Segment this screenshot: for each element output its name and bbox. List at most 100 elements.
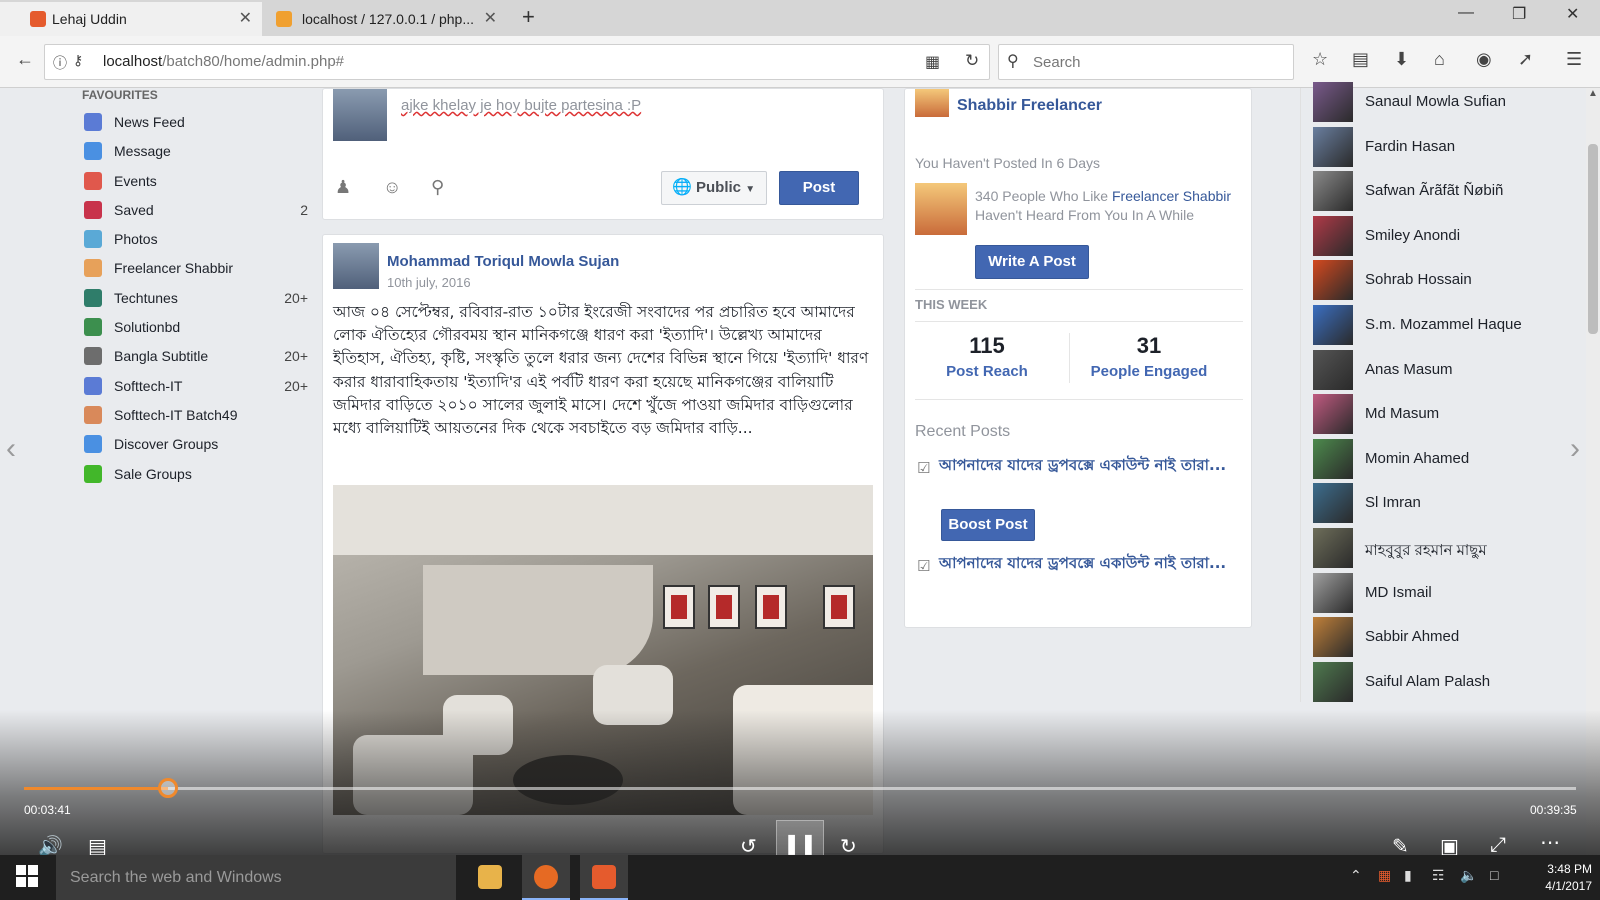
author-avatar[interactable] bbox=[333, 243, 379, 289]
tray-chevron-icon[interactable]: ⌃ bbox=[1350, 867, 1362, 884]
boost-post-button[interactable]: Boost Post bbox=[941, 509, 1035, 541]
info-icon[interactable]: ⓘ bbox=[53, 53, 67, 73]
people-engaged-label[interactable]: People Engaged bbox=[1069, 363, 1229, 380]
chat-contact[interactable]: S.m. Mozammel Haque bbox=[1313, 305, 1573, 345]
windows-start-icon[interactable] bbox=[16, 865, 38, 887]
page-link[interactable]: Freelancer Shabbir bbox=[1112, 188, 1231, 204]
chat-contact[interactable]: Saiful Alam Palash bbox=[1313, 661, 1573, 702]
favourite-item[interactable]: Techtunes 20+ bbox=[80, 284, 310, 313]
close-tab-icon[interactable]: ✕ bbox=[484, 2, 497, 36]
composer-input[interactable]: ajke khelay je hoy bujte partesina :P bbox=[401, 97, 641, 114]
reader-view-icon[interactable]: ▦ bbox=[925, 52, 940, 72]
tray-xampp-icon[interactable]: ▦ bbox=[1378, 867, 1391, 884]
emoji-icon[interactable]: ☺ bbox=[383, 177, 401, 198]
not-posted-notice: You Haven't Posted In 6 Days bbox=[915, 155, 1101, 171]
download-icon[interactable]: ⬇ bbox=[1394, 49, 1409, 70]
reload-icon[interactable]: ↻ bbox=[965, 51, 979, 71]
avatar bbox=[333, 89, 387, 141]
checkbox-icon[interactable]: ☑ bbox=[917, 459, 930, 477]
total-time: 00:39:35 bbox=[1530, 803, 1577, 817]
pocket-icon[interactable]: ◉ bbox=[1476, 49, 1492, 70]
chat-contact[interactable]: Md Masum bbox=[1313, 394, 1573, 435]
new-tab-icon[interactable]: + bbox=[522, 4, 535, 30]
post-author[interactable]: Mohammad Toriqul Mowla Sujan bbox=[387, 253, 619, 270]
favourite-icon bbox=[84, 230, 102, 249]
page-name[interactable]: Shabbir Freelancer bbox=[957, 97, 1102, 115]
menu-icon[interactable]: ☰ bbox=[1566, 49, 1582, 70]
favourite-item[interactable]: Softtech-IT 20+ bbox=[80, 372, 310, 401]
page-avatar[interactable] bbox=[915, 89, 949, 117]
bookmark-star-icon[interactable]: ☆ bbox=[1312, 49, 1328, 70]
exit-fullscreen-icon[interactable]: ⤢ bbox=[1490, 834, 1506, 857]
post-reach-label[interactable]: Post Reach bbox=[907, 363, 1067, 380]
xampp-icon bbox=[30, 11, 46, 27]
favourite-item[interactable]: Photos bbox=[80, 225, 310, 254]
chat-contact[interactable]: Fardin Hasan bbox=[1313, 126, 1573, 167]
contact-name: Sohrab Hossain bbox=[1365, 271, 1472, 289]
battery-icon[interactable]: ▮ bbox=[1404, 867, 1412, 884]
avatar bbox=[1313, 394, 1353, 435]
browser-tab-bar: ← Lehaj Uddin ✕ localhost / 127.0.0.1 / … bbox=[0, 0, 1600, 36]
back-arrow-icon[interactable]: ← bbox=[16, 49, 34, 70]
previous-arrow-icon[interactable]: ‹ bbox=[6, 432, 16, 466]
seek-bar[interactable] bbox=[24, 778, 1576, 798]
firefox-taskbar-button[interactable] bbox=[522, 855, 570, 900]
xampp-taskbar-button[interactable] bbox=[580, 855, 628, 900]
favourite-item[interactable]: Solutionbd bbox=[80, 313, 310, 342]
restore-icon[interactable]: ❐ bbox=[1512, 4, 1526, 24]
scroll-up-icon[interactable]: ▲ bbox=[1588, 88, 1598, 99]
file-explorer-taskbar-button[interactable] bbox=[466, 855, 514, 900]
chat-contact[interactable]: Sl Imran bbox=[1313, 483, 1573, 524]
scrollbar-thumb[interactable] bbox=[1588, 144, 1598, 334]
privacy-selector[interactable]: 🌐 Public ▼ bbox=[661, 171, 767, 205]
next-arrow-icon[interactable]: › bbox=[1570, 432, 1580, 466]
location-pin-icon[interactable]: ⚲ bbox=[431, 177, 444, 198]
contact-name: Sl Imran bbox=[1365, 494, 1421, 512]
chat-contact[interactable]: Smiley Anondi bbox=[1313, 215, 1573, 256]
chat-contact[interactable]: মাহবুবুর রহমান মাছুম bbox=[1313, 528, 1573, 568]
post-button[interactable]: Post bbox=[779, 171, 859, 205]
recent-post-link[interactable]: আপনাদের যাদের ড্রপবক্সে একাউন্ট নাই তারা… bbox=[939, 453, 1239, 477]
favourite-item[interactable]: News Feed bbox=[80, 108, 310, 137]
favourite-item[interactable]: Freelancer Shabbir bbox=[80, 254, 310, 283]
wifi-icon[interactable]: ☶ bbox=[1432, 867, 1445, 884]
chat-contact[interactable]: Sohrab Hossain bbox=[1313, 260, 1573, 301]
tab-phpmyadmin[interactable]: localhost / 127.0.0.1 / php... ✕ bbox=[262, 2, 507, 36]
write-post-button[interactable]: Write A Post bbox=[975, 245, 1089, 279]
taskbar-search-field[interactable]: Search the web and Windows bbox=[56, 855, 456, 900]
post-date[interactable]: 10th july, 2016 bbox=[387, 275, 471, 290]
checkbox-icon[interactable]: ☑ bbox=[917, 557, 930, 575]
favourite-item[interactable]: Softtech-IT Batch49 bbox=[80, 401, 310, 430]
notifications-icon[interactable]: □ bbox=[1490, 867, 1498, 883]
speaker-icon[interactable]: 🔈 bbox=[1460, 867, 1477, 884]
close-window-icon[interactable]: ✕ bbox=[1566, 4, 1579, 24]
search-field[interactable]: ⚲ Search bbox=[998, 44, 1294, 80]
favourite-item[interactable]: Message bbox=[80, 137, 310, 166]
favourite-icon bbox=[84, 318, 102, 337]
favourite-item[interactable]: Saved 2 bbox=[80, 196, 310, 225]
favourite-item[interactable]: Discover Groups bbox=[80, 430, 310, 459]
chat-contact[interactable]: MD Ismail bbox=[1313, 572, 1573, 613]
recent-post-link[interactable]: আপনাদের যাদের ড্রপবক্সে একাউন্ট নাই তারা… bbox=[939, 551, 1239, 575]
home-icon[interactable]: ⌂ bbox=[1434, 49, 1445, 70]
chat-contact[interactable]: Sanaul Mowla Sufian bbox=[1313, 82, 1573, 122]
minimize-icon[interactable]: — bbox=[1458, 4, 1474, 22]
tab-lehaj-uddin[interactable]: Lehaj Uddin ✕ bbox=[0, 2, 262, 36]
chat-contact[interactable]: Momin Ahamed bbox=[1313, 438, 1573, 479]
ceiling bbox=[333, 485, 873, 555]
favourite-item[interactable]: Sale Groups bbox=[80, 460, 310, 489]
tag-friends-icon[interactable]: ♟ bbox=[335, 177, 351, 198]
favourite-item[interactable]: Events bbox=[80, 167, 310, 196]
favourite-item[interactable]: Bangla Subtitle 20+ bbox=[80, 342, 310, 371]
chat-contact[interactable]: Anas Masum bbox=[1313, 349, 1573, 390]
clipboard-icon[interactable]: ▤ bbox=[1352, 49, 1369, 70]
chat-contact[interactable]: Safwan Ãrãfãt Ñøbiñ bbox=[1313, 171, 1573, 212]
page-insights-card: Shabbir Freelancer You Haven't Posted In… bbox=[904, 88, 1252, 628]
chat-contact[interactable]: Sabbir Ahmed bbox=[1313, 617, 1573, 658]
extension-icon[interactable]: ➚ bbox=[1518, 49, 1533, 70]
more-options-icon[interactable]: ⋯ bbox=[1540, 830, 1560, 855]
system-clock[interactable]: 3:48 PM 4/1/2017 bbox=[1512, 861, 1592, 895]
close-tab-icon[interactable]: ✕ bbox=[239, 2, 252, 36]
address-bar[interactable]: ⓘ ⚷ localhost/batch80/home/admin.php# ▦ … bbox=[44, 44, 990, 80]
avatar bbox=[1313, 661, 1353, 702]
